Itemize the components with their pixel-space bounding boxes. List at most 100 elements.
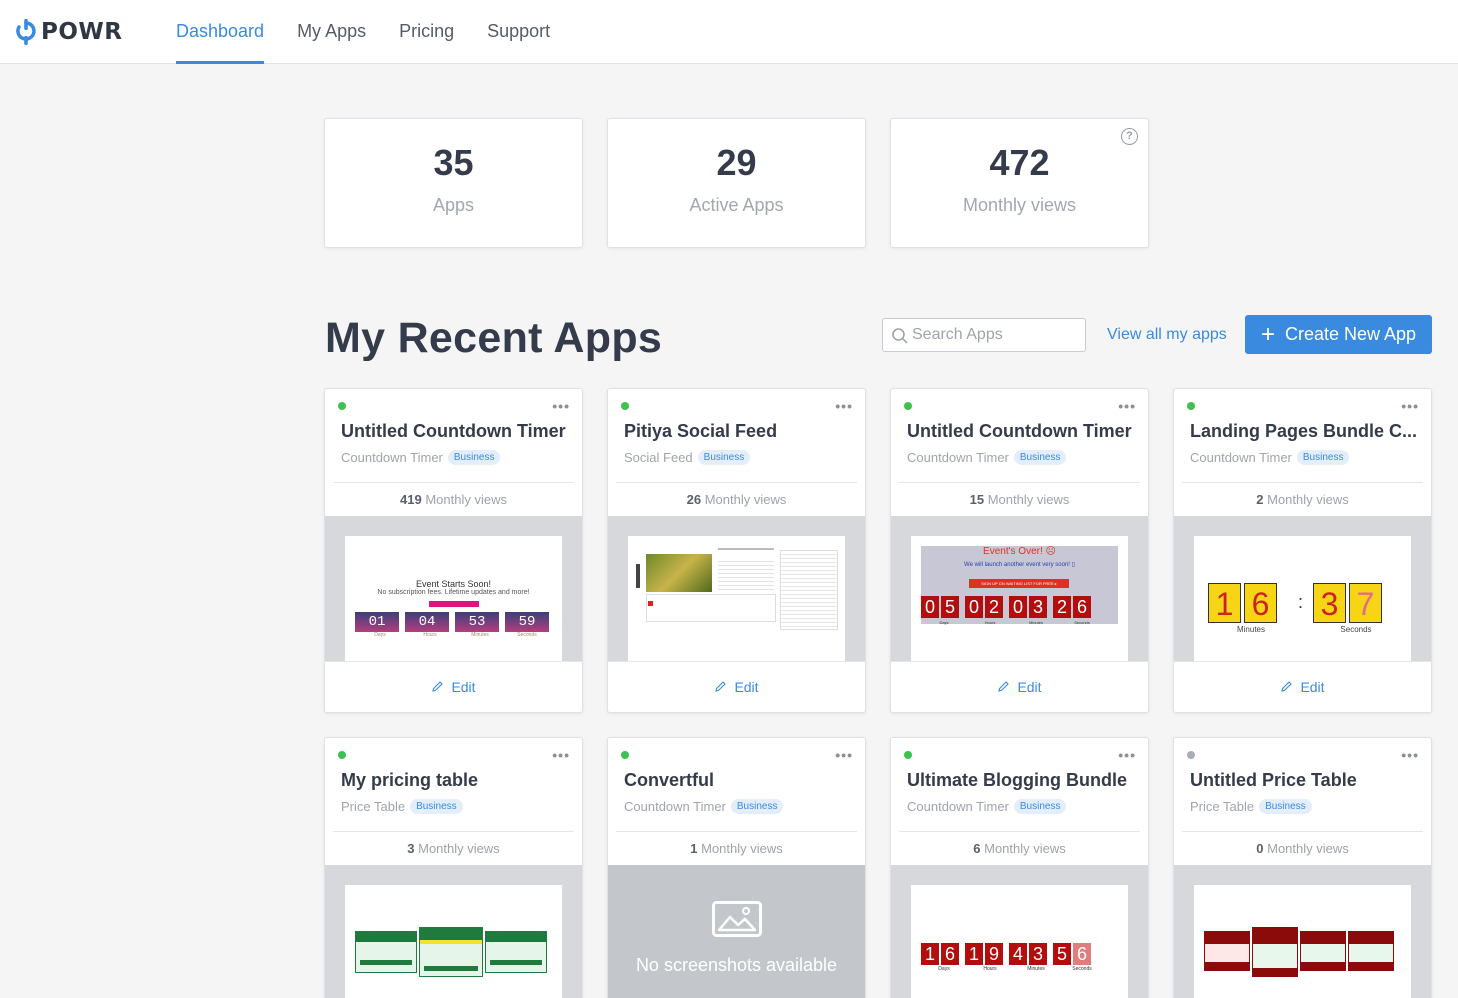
views-label: Monthly views: [1267, 841, 1349, 856]
app-title[interactable]: Untitled Price Table: [1190, 770, 1422, 791]
view-all-apps-link[interactable]: View all my apps: [1107, 326, 1227, 344]
app-preview[interactable]: 1 6 : 3 7 Minutes Seconds: [1174, 516, 1431, 661]
more-menu-icon[interactable]: •••: [835, 747, 853, 763]
unit-label: Minutes: [471, 632, 489, 638]
app-type: Countdown Timer Business: [341, 450, 501, 465]
more-menu-icon[interactable]: •••: [552, 747, 570, 763]
more-menu-icon[interactable]: •••: [835, 398, 853, 414]
preview-heading: Event's Over! ☹: [983, 546, 1056, 557]
app-type-label: Social Feed: [624, 450, 693, 465]
plan-badge: Business: [1013, 799, 1067, 814]
countdown-digit: 7: [1349, 583, 1382, 623]
countdown-digit: 3: [1029, 596, 1047, 618]
app-preview[interactable]: 16 19 43 56 Days Hours Minutes Seconds: [891, 865, 1148, 998]
more-menu-icon[interactable]: •••: [552, 398, 570, 414]
help-icon[interactable]: ?: [1121, 128, 1138, 145]
status-dot: [904, 402, 912, 410]
app-card[interactable]: ••• Landing Pages Bundle C... Countdown …: [1173, 388, 1432, 713]
preview-photo: [646, 554, 712, 592]
app-preview[interactable]: [1174, 865, 1431, 998]
more-menu-icon[interactable]: •••: [1401, 747, 1419, 763]
countdown: 01 04 53 59: [355, 612, 549, 632]
divider: [1182, 831, 1423, 832]
stat-value: 35: [433, 142, 474, 183]
app-card[interactable]: ••• Ultimate Blogging Bundle Countdown T…: [890, 737, 1149, 998]
stat-value: 472: [989, 142, 1050, 183]
app-preview[interactable]: Event Starts Soon! No subscription fees.…: [325, 516, 582, 661]
unit-label: Days: [938, 966, 950, 972]
plan-badge: Business: [447, 450, 501, 465]
views-label: Monthly views: [704, 492, 787, 507]
divider: [1182, 482, 1423, 483]
divider: [899, 831, 1140, 832]
countdown-digit: 4: [1009, 943, 1027, 965]
create-new-app-button[interactable]: + Create New App: [1245, 315, 1432, 354]
no-screenshot-text: No screenshots available: [635, 955, 838, 975]
unit-label: Minutes: [1028, 620, 1043, 625]
search-input[interactable]: [912, 319, 1082, 351]
app-type: Social Feed Business: [624, 450, 751, 465]
countdown-digit: 1: [1208, 583, 1241, 623]
views-count: 0: [1256, 841, 1264, 856]
nav-my-apps[interactable]: My Apps: [297, 0, 366, 64]
app-title[interactable]: Landing Pages Bundle C...: [1190, 421, 1422, 442]
plan-badge: Business: [1296, 450, 1350, 465]
views-count: 419: [400, 492, 422, 507]
preview-image: [628, 536, 845, 661]
price-column: [1204, 931, 1250, 971]
monthly-views: 3 Monthly views: [325, 841, 582, 856]
app-title[interactable]: Ultimate Blogging Bundle: [907, 770, 1139, 791]
more-menu-icon[interactable]: •••: [1118, 747, 1136, 763]
edit-button[interactable]: Edit: [325, 661, 582, 711]
app-card[interactable]: ••• Untitled Countdown Timer Countdown T…: [324, 388, 583, 713]
app-card[interactable]: ••• Untitled Price Table Price Table Busi…: [1173, 737, 1432, 998]
divider: [616, 831, 857, 832]
countdown-digit: 0: [1009, 596, 1027, 618]
preview-arrow: [636, 564, 640, 588]
app-title[interactable]: Pitiya Social Feed: [624, 421, 856, 442]
edit-label: Edit: [451, 678, 476, 695]
nav-pricing[interactable]: Pricing: [399, 0, 454, 64]
app-card[interactable]: ••• Pitiya Social Feed Social Feed Busine…: [607, 388, 866, 713]
monthly-views: 26 Monthly views: [608, 492, 865, 507]
status-dot: [621, 751, 629, 759]
nav-support[interactable]: Support: [487, 0, 550, 64]
app-card[interactable]: ••• Convertful Countdown Timer Business 1…: [607, 737, 866, 998]
app-type-label: Price Table: [1190, 799, 1255, 814]
countdown-digit: 1: [965, 943, 983, 965]
countdown-digit: 6: [1073, 596, 1091, 618]
nav-dashboard[interactable]: Dashboard: [176, 0, 265, 64]
no-screenshot-placeholder[interactable]: No screenshots available: [608, 865, 865, 998]
app-preview[interactable]: [325, 865, 582, 998]
app-title[interactable]: My pricing table: [341, 770, 573, 791]
monthly-views: 0 Monthly views: [1174, 841, 1431, 856]
power-icon: [16, 19, 36, 45]
app-card[interactable]: ••• My pricing table Price Table Business…: [324, 737, 583, 998]
powr-logo[interactable]: POWR: [16, 17, 123, 47]
app-title[interactable]: Convertful: [624, 770, 856, 791]
app-type-label: Price Table: [341, 799, 406, 814]
app-title[interactable]: Untitled Countdown Timer: [341, 421, 573, 442]
preview-sidebar: [780, 550, 838, 630]
unit-label: Days: [939, 620, 949, 625]
search-icon: [892, 328, 908, 344]
app-preview[interactable]: Event's Over! ☹ We will launch another e…: [891, 516, 1148, 661]
views-count: 6: [973, 841, 981, 856]
divider: [333, 482, 574, 483]
more-menu-icon[interactable]: •••: [1401, 398, 1419, 414]
section-title: My Recent Apps: [325, 314, 663, 362]
app-preview[interactable]: [608, 516, 865, 661]
plus-icon: +: [1260, 320, 1275, 348]
edit-button[interactable]: Edit: [608, 661, 865, 711]
app-type: Price Table Business: [1190, 799, 1312, 814]
app-card[interactable]: ••• Untitled Countdown Timer Countdown T…: [890, 388, 1149, 713]
preview-button: [429, 601, 479, 607]
monthly-views: 6 Monthly views: [891, 841, 1148, 856]
countdown-digit: 2: [1053, 596, 1071, 618]
edit-button[interactable]: Edit: [1174, 661, 1431, 711]
app-title[interactable]: Untitled Countdown Timer: [907, 421, 1139, 442]
edit-button[interactable]: Edit: [891, 661, 1148, 711]
pencil-icon: [715, 681, 727, 692]
divider: [899, 482, 1140, 483]
more-menu-icon[interactable]: •••: [1118, 398, 1136, 414]
